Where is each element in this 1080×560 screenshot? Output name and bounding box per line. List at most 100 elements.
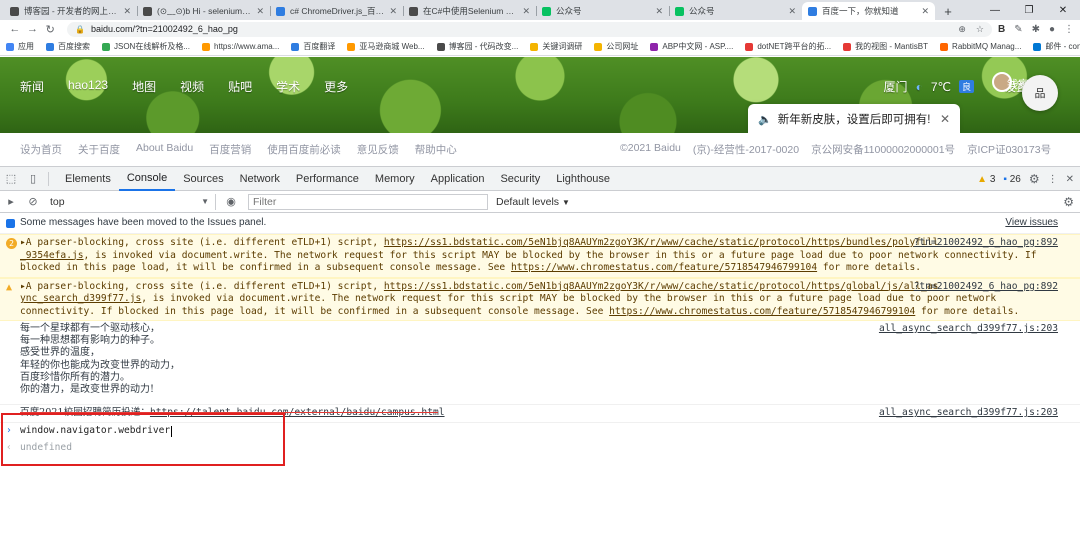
footer-link[interactable]: 关于百度: [78, 142, 120, 157]
browser-tab[interactable]: (⊙﹏⊙)b Hi - selenium检测webdriver✕: [137, 2, 270, 20]
close-notice-icon[interactable]: ✕: [940, 112, 950, 126]
close-tab-icon[interactable]: ✕: [389, 6, 397, 17]
log-source-link[interactable]: all_async_search_d399f77.js:203: [879, 323, 1058, 336]
profile-icon[interactable]: ●: [1049, 24, 1055, 35]
weather-temp[interactable]: 7℃: [931, 80, 951, 94]
bookmark-item[interactable]: 邮件 - conanl@bq...: [1033, 41, 1080, 52]
warning-source-link[interactable]: ?tn=21002492_6_hao_pg:892: [914, 281, 1058, 294]
sidebar-toggle-icon[interactable]: ▸: [0, 190, 22, 214]
devtools-tab[interactable]: Console: [118, 167, 176, 191]
close-tab-icon[interactable]: ✕: [522, 6, 530, 17]
copyright-item[interactable]: 京ICP证030173号: [967, 142, 1051, 157]
bookmark-star-icon[interactable]: ☆: [976, 24, 984, 35]
script-url-link-tail[interactable]: _9354efa.js: [20, 250, 84, 261]
air-quality-badge[interactable]: 良: [958, 80, 974, 93]
console-input-row[interactable]: › window.navigator.webdriver: [0, 423, 1080, 440]
devtools-tab[interactable]: Security: [492, 167, 548, 191]
devtools-tab[interactable]: Network: [232, 167, 288, 191]
view-issues-link[interactable]: View issues: [1005, 217, 1058, 230]
script-url-link[interactable]: https://ss1.bdstatic.com/5eN1bjq8AAUYm2z…: [384, 237, 939, 248]
devtools-tab[interactable]: Sources: [175, 167, 231, 191]
new-skin-notice[interactable]: 🔈 新年新皮肤，设置后即可拥有! ✕: [748, 104, 960, 134]
bookmark-item[interactable]: ABP中文网 - ASP....: [650, 41, 733, 52]
copyright-item[interactable]: (京)-经营性-2017-0020: [693, 142, 799, 157]
back-icon[interactable]: ←: [6, 23, 24, 35]
chromestatus-link[interactable]: https://www.chromestatus.com/feature/571…: [609, 306, 915, 317]
inspect-element-icon[interactable]: ⬚: [0, 167, 22, 191]
footer-link[interactable]: 意见反馈: [357, 142, 399, 157]
baidu-nav-link[interactable]: 新闻: [20, 78, 44, 95]
bookmark-item[interactable]: RabbitMQ Manag...: [940, 42, 1021, 51]
browser-tab[interactable]: 公众号 ✕: [536, 2, 669, 20]
minimize-icon[interactable]: —: [978, 0, 1012, 20]
log-levels-dropdown[interactable]: Default levels ▼: [496, 196, 570, 208]
script-url-link[interactable]: https://ss1.bdstatic.com/5eN1bjq8AAUYm2z…: [384, 281, 939, 292]
close-tab-icon[interactable]: ✕: [655, 6, 663, 17]
close-window-icon[interactable]: ✕: [1046, 0, 1080, 20]
baidu-nav-link[interactable]: 贴吧: [228, 78, 252, 95]
baidu-nav-link[interactable]: 地图: [132, 78, 156, 95]
bookmark-item[interactable]: https://www.ama...: [202, 42, 279, 51]
devtools-tab[interactable]: Memory: [367, 167, 423, 191]
bookmark-item[interactable]: 我的视图 - MantisBT: [843, 41, 928, 52]
devtools-settings-icon[interactable]: ⚙: [1029, 172, 1040, 186]
browser-tab[interactable]: c# ChromeDriver.js_百度搜索✕: [270, 2, 403, 20]
browser-tab[interactable]: 博客园 - 开发者的网上家园 ✕: [4, 2, 137, 20]
log-source-link[interactable]: all_async_search_d399f77.js:203: [879, 407, 1058, 420]
devtools-tab[interactable]: Lighthouse: [548, 167, 618, 191]
extension-b-icon[interactable]: B: [998, 24, 1005, 35]
footer-link[interactable]: About Baidu: [136, 142, 193, 157]
weather-city[interactable]: 厦门: [884, 78, 908, 95]
reload-icon[interactable]: ↻: [41, 23, 59, 36]
console-input-text[interactable]: window.navigator.webdriver: [20, 425, 170, 438]
address-bar[interactable]: 🔒 baidu.com/?tn=21002492_6_hao_pg ⊕ ☆: [67, 21, 992, 37]
bookmark-item[interactable]: 博客园 - 代码改变...: [436, 41, 518, 52]
bookmark-item[interactable]: 关键词调研: [530, 41, 582, 52]
restore-icon[interactable]: ❐: [1012, 0, 1046, 20]
close-tab-icon[interactable]: ✕: [123, 6, 131, 17]
footer-link[interactable]: 帮助中心: [415, 142, 457, 157]
devtools-tab[interactable]: Elements: [57, 167, 119, 191]
console-filter-input[interactable]: [248, 193, 488, 210]
bookmark-item[interactable]: 百度搜索: [46, 41, 90, 52]
bookmark-item[interactable]: dotNET跨平台的拓...: [745, 41, 831, 52]
zoom-icon[interactable]: ⊕: [958, 24, 966, 35]
footer-link[interactable]: 使用百度前必读: [267, 142, 341, 157]
new-tab-button[interactable]: +: [939, 2, 957, 20]
extension-edit-icon[interactable]: ✎: [1014, 24, 1022, 35]
live-expression-eye-icon[interactable]: ◉: [220, 190, 242, 214]
browser-tab[interactable]: 公众号 ✕: [669, 2, 802, 20]
baidu-nav-link[interactable]: 视频: [180, 78, 204, 95]
devtools-menu-icon[interactable]: ⋮: [1048, 174, 1058, 185]
baidu-nav-link[interactable]: 学术: [276, 78, 300, 95]
warning-source-link[interactable]: ?tn=21002492_6_hao_pg:892: [914, 237, 1058, 250]
bookmark-item[interactable]: 亚马逊商城 Web...: [347, 41, 425, 52]
context-select[interactable]: top ▼: [44, 193, 216, 210]
extensions-puzzle-icon[interactable]: ✱: [1032, 24, 1040, 35]
close-tab-icon[interactable]: ✕: [788, 6, 796, 17]
devtools-tab[interactable]: Performance: [288, 167, 367, 191]
devtools-tab[interactable]: Application: [423, 167, 493, 191]
bookmark-item[interactable]: JSON在线解析及格...: [102, 41, 190, 52]
close-tab-icon[interactable]: ✕: [256, 6, 264, 17]
bookmark-item[interactable]: 公司网址: [594, 41, 638, 52]
footer-link[interactable]: 百度营销: [209, 142, 251, 157]
bookmark-item[interactable]: 应用: [6, 41, 34, 52]
baidu-nav-link[interactable]: 更多: [324, 78, 348, 95]
lock-icon[interactable]: 🔒: [75, 25, 85, 34]
footer-link[interactable]: 设为首页: [20, 142, 62, 157]
close-devtools-icon[interactable]: ✕: [1066, 174, 1074, 185]
browser-menu-icon[interactable]: ⋮: [1064, 24, 1074, 35]
close-tab-icon[interactable]: ✕: [921, 6, 929, 17]
baidu-nav-link[interactable]: hao123: [68, 78, 108, 95]
messages-counter[interactable]: ▪ 26: [1003, 174, 1020, 185]
browser-tab[interactable]: 百度一下，你就知道 ✕: [802, 2, 935, 20]
warnings-counter[interactable]: ▲ 3: [977, 174, 995, 185]
device-toolbar-icon[interactable]: ▯: [22, 167, 44, 191]
chromestatus-link[interactable]: https://www.chromestatus.com/feature/571…: [511, 262, 817, 273]
copyright-item[interactable]: 京公网安备11000002000001号: [811, 142, 955, 157]
clear-console-icon[interactable]: ⊘: [22, 190, 44, 214]
script-url-link-tail[interactable]: ync_search_d399f77.js: [20, 293, 141, 304]
qr-code-button[interactable]: 品: [1022, 75, 1058, 111]
bookmark-item[interactable]: 百度翻译: [291, 41, 335, 52]
